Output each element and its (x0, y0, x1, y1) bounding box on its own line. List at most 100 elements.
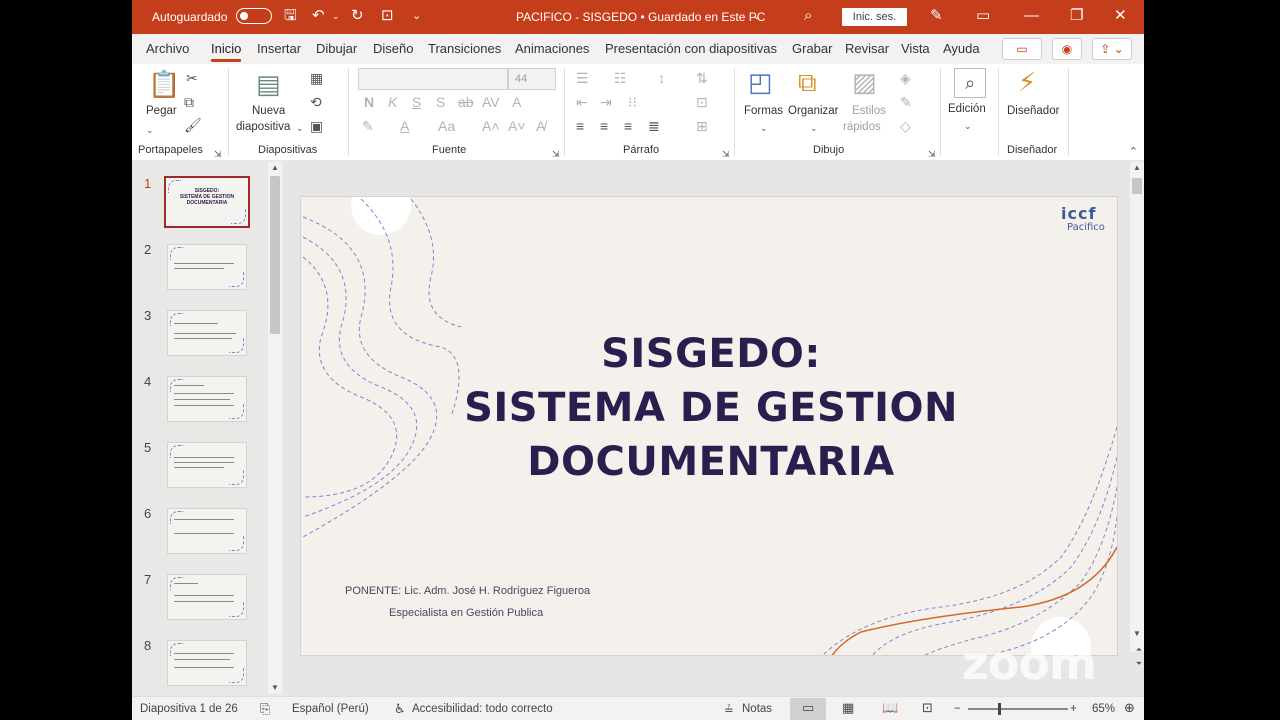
cut-icon[interactable]: ✂ (186, 70, 198, 86)
tab-presentacion[interactable]: Presentación con diapositivas (605, 41, 777, 56)
section-icon[interactable]: ▣ (310, 118, 323, 134)
font-color-icon[interactable]: A (400, 118, 409, 134)
autosave-toggle[interactable] (236, 8, 272, 24)
shapes-icon[interactable]: ◰ (748, 68, 773, 96)
change-case-icon[interactable]: Aa (438, 118, 455, 134)
normal-view-icon[interactable]: ▭ (802, 700, 814, 716)
layout-icon[interactable]: ▦ (310, 70, 323, 86)
shape-fill-icon[interactable]: ◈ (900, 70, 911, 86)
notes-icon[interactable]: ≟ (724, 703, 734, 717)
share-button[interactable]: ⇪ ⌄ (1092, 38, 1132, 60)
align-right-icon[interactable]: ≡ (624, 118, 632, 134)
pen-icon[interactable]: ✎ (930, 7, 943, 25)
new-slide-label-2[interactable]: diapositiva (236, 121, 290, 133)
align-center-icon[interactable]: ≡ (600, 118, 608, 134)
scrollbar-thumb[interactable] (270, 176, 280, 334)
slide-sorter-icon[interactable]: ▦ (842, 700, 854, 716)
tab-transiciones[interactable]: Transiciones (428, 41, 501, 56)
find-icon[interactable]: ⌕ (954, 68, 986, 98)
slide-thumbnail-3[interactable] (167, 310, 247, 356)
fit-to-window-icon[interactable]: ⊕ (1124, 700, 1135, 716)
designer-label[interactable]: Diseñador (1007, 105, 1059, 117)
zoom-level[interactable]: 65% (1092, 703, 1115, 715)
accessibility-status[interactable]: Accesibilidad: todo correcto (412, 703, 553, 715)
redo-icon[interactable]: ↻ (351, 7, 364, 25)
tab-dibujar[interactable]: Dibujar (316, 41, 357, 56)
close-icon[interactable]: ✕ (1114, 7, 1127, 25)
slide-thumbnail-4[interactable] (167, 376, 247, 422)
arrange-icon[interactable]: ⧉ (798, 68, 817, 96)
slide-thumbnail-8[interactable] (167, 640, 247, 686)
present-icon[interactable]: ⊡ (381, 7, 394, 25)
shapes-dropdown-icon[interactable]: ⌄ (760, 120, 768, 136)
next-slide-icon[interactable]: ⏷ (1132, 658, 1144, 670)
tab-vista[interactable]: Vista (901, 41, 930, 56)
slide-thumbnail-2[interactable] (167, 244, 247, 290)
title-dropdown-icon[interactable]: ⌄ (752, 7, 761, 25)
shapes-label[interactable]: Formas (744, 105, 783, 117)
customize-toolbar-icon[interactable]: ⌄ (412, 7, 421, 25)
slide-title[interactable]: SISGEDO: SISTEMA DE GESTION DOCUMENTARIA (401, 327, 1021, 489)
arrange-label[interactable]: Organizar (788, 105, 839, 117)
tab-archivo[interactable]: Archivo (146, 41, 189, 56)
specialty-text[interactable]: Especialista en Gestión Publica (389, 607, 543, 619)
comments-button[interactable]: ▭ (1002, 38, 1042, 60)
previous-slide-icon[interactable]: ⏶ (1132, 644, 1144, 656)
shadow-icon[interactable]: S (436, 94, 445, 110)
zoom-out-icon[interactable]: − (954, 703, 961, 715)
tab-diseno[interactable]: Diseño (373, 41, 413, 56)
paste-dropdown-icon[interactable]: ⌄ (146, 122, 154, 138)
ribbon-display-icon[interactable]: ▭ (976, 7, 990, 25)
editing-label[interactable]: Edición (948, 103, 986, 115)
undo-icon[interactable]: ↶ (312, 7, 325, 25)
minimize-icon[interactable]: — (1024, 7, 1039, 25)
collapse-ribbon-icon[interactable]: ⌃ (1129, 145, 1138, 158)
scroll-down-icon[interactable]: ▼ (268, 682, 282, 694)
copy-icon[interactable]: ⧉ (184, 94, 194, 110)
new-slide-label[interactable]: Nueva (252, 105, 285, 117)
quick-styles-label-2[interactable]: rápidos (843, 121, 881, 133)
scroll-up-icon[interactable]: ▲ (268, 162, 282, 174)
font-family-box[interactable] (358, 68, 508, 90)
new-slide-dropdown-icon[interactable]: ⌄ (296, 120, 304, 136)
quick-styles-icon[interactable]: ▨ (852, 68, 877, 96)
font-size-box[interactable]: 44 (508, 68, 556, 90)
tab-grabar[interactable]: Grabar (792, 41, 832, 56)
tab-ayuda[interactable]: Ayuda (943, 41, 980, 56)
signin-button[interactable]: Inic. ses. (842, 8, 907, 26)
align-left-icon[interactable]: ≡ (576, 118, 584, 134)
format-painter-icon[interactable]: 🖌 (184, 117, 202, 133)
slide-thumbnail-5[interactable] (167, 442, 247, 488)
justify-icon[interactable]: ≣ (648, 118, 660, 134)
editing-dropdown-icon[interactable]: ⌄ (964, 118, 972, 134)
slide-thumbnail-7[interactable] (167, 574, 247, 620)
underline-icon[interactable]: S (412, 94, 421, 110)
arrange-dropdown-icon[interactable]: ⌄ (810, 120, 818, 136)
restore-icon[interactable]: ❐ (1070, 7, 1083, 25)
spellcheck-icon[interactable]: ⎘ (260, 701, 270, 717)
italic-icon[interactable]: K (388, 94, 397, 110)
accessibility-icon[interactable]: ♿ (394, 701, 406, 717)
reset-icon[interactable]: ⟲ (310, 94, 322, 110)
zoom-in-icon[interactable]: + (1070, 703, 1077, 715)
notes-button[interactable]: Notas (742, 703, 772, 715)
clear-formatting-icon[interactable]: A̸ (536, 118, 545, 134)
slide-thumbnail-1[interactable]: SISGEDO: SISTEMA DE GESTION DOCUMENTARIA (164, 176, 250, 228)
presenter-text[interactable]: PONENTE: Lic. Adm. José H. Rodríguez Fig… (345, 585, 590, 597)
grow-font-icon[interactable]: A˄ (482, 118, 500, 134)
slide-thumbnail-6[interactable] (167, 508, 247, 554)
language-status[interactable]: Español (Perú) (292, 703, 369, 715)
scrollbar-thumb[interactable] (1132, 178, 1142, 194)
line-spacing-icon[interactable]: ↕ (658, 70, 665, 86)
bullets-icon[interactable]: ☰ (576, 70, 589, 86)
undo-dropdown-icon[interactable]: ⌄ (332, 7, 340, 25)
designer-icon[interactable]: ⚡ (1018, 68, 1036, 96)
shape-effects-icon[interactable]: ◇ (900, 118, 911, 134)
scroll-up-icon[interactable]: ▲ (1130, 162, 1144, 174)
tab-insertar[interactable]: Insertar (257, 41, 301, 56)
reading-view-icon[interactable]: 📖 (882, 700, 898, 716)
paste-label[interactable]: Pegar (146, 105, 177, 117)
char-spacing-icon[interactable]: AV (482, 94, 500, 110)
search-icon[interactable]: ⌕ (804, 7, 812, 25)
document-title[interactable]: PACIFICO - SISGEDO • Guardado en Este PC (516, 10, 765, 24)
